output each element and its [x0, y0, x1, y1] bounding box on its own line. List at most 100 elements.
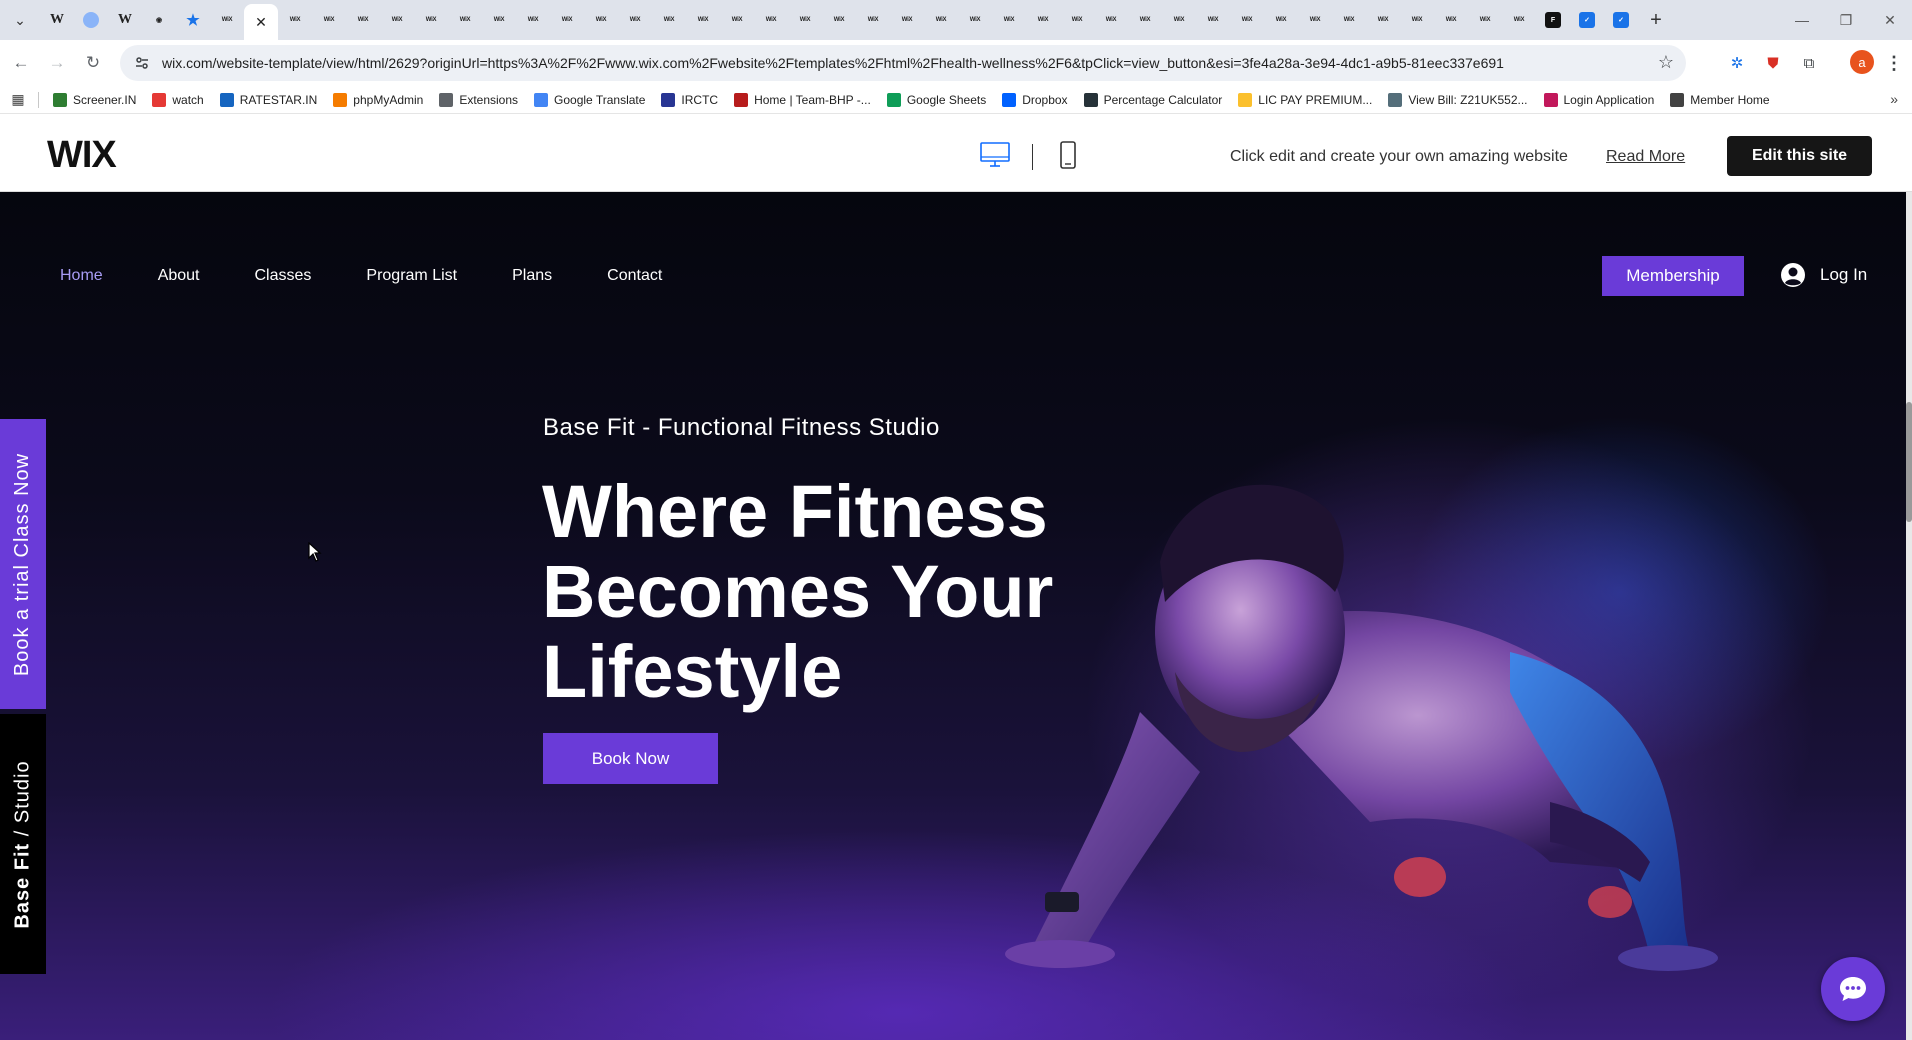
browser-tab[interactable]: WiX	[958, 4, 992, 36]
browser-tab[interactable]: WiX	[720, 4, 754, 36]
browser-tab[interactable]: WiX	[1196, 4, 1230, 36]
site-info-icon[interactable]	[128, 49, 156, 77]
browser-tab[interactable]: W	[40, 4, 74, 36]
browser-tab[interactable]: WiX	[890, 4, 924, 36]
browser-tab[interactable]: WiX	[788, 4, 822, 36]
wix-logo[interactable]: WIX	[47, 134, 117, 177]
browser-tab[interactable]: ★	[176, 4, 210, 36]
bookmark-item[interactable]: LIC PAY PREMIUM...	[1230, 86, 1380, 114]
browser-tab[interactable]: WiX	[1332, 4, 1366, 36]
browser-tab[interactable]: WiX	[992, 4, 1026, 36]
mobile-view-icon[interactable]	[1058, 140, 1078, 170]
browser-tab[interactable]: WiX	[1468, 4, 1502, 36]
browser-tab-active[interactable]: ✕	[244, 4, 278, 40]
browser-tab[interactable]: WiX	[856, 4, 890, 36]
browser-tab[interactable]: WiX	[278, 4, 312, 36]
nav-classes[interactable]: Classes	[255, 267, 312, 285]
close-tab-icon[interactable]: ✕	[255, 14, 267, 31]
bookmark-item[interactable]: Dropbox	[994, 86, 1075, 114]
apps-grid-icon[interactable]: ▦	[0, 91, 36, 108]
puzzle-extensions-icon[interactable]: ⧉	[1796, 50, 1822, 76]
browser-tab[interactable]: WiX	[448, 4, 482, 36]
browser-tab[interactable]: WiX	[1264, 4, 1298, 36]
bookmark-item[interactable]: Member Home	[1662, 86, 1777, 114]
browser-tab[interactable]: WiX	[482, 4, 516, 36]
bookmark-item[interactable]: Google Translate	[526, 86, 653, 114]
browser-tab[interactable]: WiX	[1366, 4, 1400, 36]
browser-tab[interactable]: WiX	[1094, 4, 1128, 36]
bookmark-item[interactable]: View Bill: Z21UK552...	[1380, 86, 1535, 114]
nav-about[interactable]: About	[158, 267, 200, 285]
browser-tab[interactable]: WiX	[1434, 4, 1468, 36]
profile-avatar[interactable]: a	[1850, 50, 1874, 74]
desktop-view-icon[interactable]	[978, 140, 1012, 170]
browser-tab[interactable]: WiX	[1400, 4, 1434, 36]
bookmark-item[interactable]: Google Sheets	[879, 86, 994, 114]
bookmark-item[interactable]: RATESTAR.IN	[212, 86, 326, 114]
browser-tab[interactable]: W	[108, 4, 142, 36]
nav-home[interactable]: Home	[60, 267, 103, 285]
nav-plans[interactable]: Plans	[512, 267, 552, 285]
forward-icon[interactable]: →	[42, 48, 72, 78]
browser-tab[interactable]: WiX	[584, 4, 618, 36]
browser-tab[interactable]: WiX	[924, 4, 958, 36]
browser-tab[interactable]: WiX	[1298, 4, 1332, 36]
tab-search-chevron-icon[interactable]: ⌄	[0, 0, 40, 40]
read-more-link[interactable]: Read More	[1606, 148, 1685, 166]
shield-extension-icon[interactable]: ⛊	[1760, 50, 1786, 76]
edit-site-button[interactable]: Edit this site	[1727, 136, 1872, 176]
bookmark-item[interactable]: IRCTC	[653, 86, 726, 114]
browser-tab[interactable]: WiX	[652, 4, 686, 36]
chat-button[interactable]	[1821, 957, 1885, 1021]
page-scrollbar[interactable]	[1906, 192, 1912, 1040]
browser-tab[interactable]: WiX	[414, 4, 448, 36]
bookmark-item[interactable]: phpMyAdmin	[325, 86, 431, 114]
browser-tab[interactable]: WiX	[1162, 4, 1196, 36]
browser-tab[interactable]: WiX	[1230, 4, 1264, 36]
book-trial-side-tab[interactable]: Book a trial Class Now	[0, 419, 46, 709]
bookmark-item[interactable]: Percentage Calculator	[1076, 86, 1231, 114]
more-bookmarks-icon[interactable]: »	[1890, 91, 1898, 107]
browser-tab[interactable]: WiX	[346, 4, 380, 36]
browser-tab[interactable]: WiX	[822, 4, 856, 36]
browser-tab[interactable]: ◉	[142, 4, 176, 36]
bookmark-item[interactable]: Screener.IN	[45, 86, 144, 114]
nav-program-list[interactable]: Program List	[366, 267, 457, 285]
browser-tab[interactable]: WiX	[1128, 4, 1162, 36]
nav-contact[interactable]: Contact	[607, 267, 662, 285]
extension-icon[interactable]: ✲	[1724, 50, 1750, 76]
browser-tab[interactable]: WiX	[516, 4, 550, 36]
membership-button[interactable]: Membership	[1602, 256, 1744, 296]
scrollbar-thumb[interactable]	[1906, 402, 1912, 522]
browser-tab[interactable]: F	[1536, 4, 1570, 36]
bookmark-star-icon[interactable]: ☆	[1658, 52, 1674, 73]
browser-tab[interactable]	[74, 4, 108, 36]
minimize-icon[interactable]: —	[1780, 0, 1824, 40]
bookmark-item[interactable]: Extensions	[431, 86, 526, 114]
browser-tab[interactable]: WiX	[618, 4, 652, 36]
bookmark-item[interactable]: watch	[144, 86, 211, 114]
reload-icon[interactable]: ↻	[78, 48, 108, 78]
browser-tab[interactable]: WiX	[380, 4, 414, 36]
close-window-icon[interactable]: ✕	[1868, 0, 1912, 40]
back-icon[interactable]: ←	[6, 48, 36, 78]
browser-tab[interactable]: WiX	[312, 4, 346, 36]
browser-tab[interactable]: ✓	[1570, 4, 1604, 36]
restore-icon[interactable]: ❐	[1824, 0, 1868, 40]
browser-tab[interactable]: WiX	[754, 4, 788, 36]
bookmark-item[interactable]: Home | Team-BHP -...	[726, 86, 879, 114]
browser-tab[interactable]: WiX	[1060, 4, 1094, 36]
bookmark-item[interactable]: Login Application	[1536, 86, 1663, 114]
browser-tab[interactable]: WiX	[210, 4, 244, 36]
address-bar[interactable]: wix.com/website-template/view/html/2629?…	[120, 45, 1686, 81]
browser-tab[interactable]: ✓	[1604, 4, 1638, 36]
new-tab-button[interactable]: +	[1638, 4, 1674, 36]
book-now-button[interactable]: Book Now	[543, 733, 718, 784]
login-button[interactable]: Log In	[1780, 262, 1867, 288]
browser-tab[interactable]: WiX	[686, 4, 720, 36]
browser-menu-icon[interactable]: ⋮	[1884, 50, 1904, 76]
browser-tab[interactable]: WiX	[550, 4, 584, 36]
url-text[interactable]: wix.com/website-template/view/html/2629?…	[162, 55, 1504, 71]
browser-tab[interactable]: WiX	[1502, 4, 1536, 36]
browser-tab[interactable]: WiX	[1026, 4, 1060, 36]
